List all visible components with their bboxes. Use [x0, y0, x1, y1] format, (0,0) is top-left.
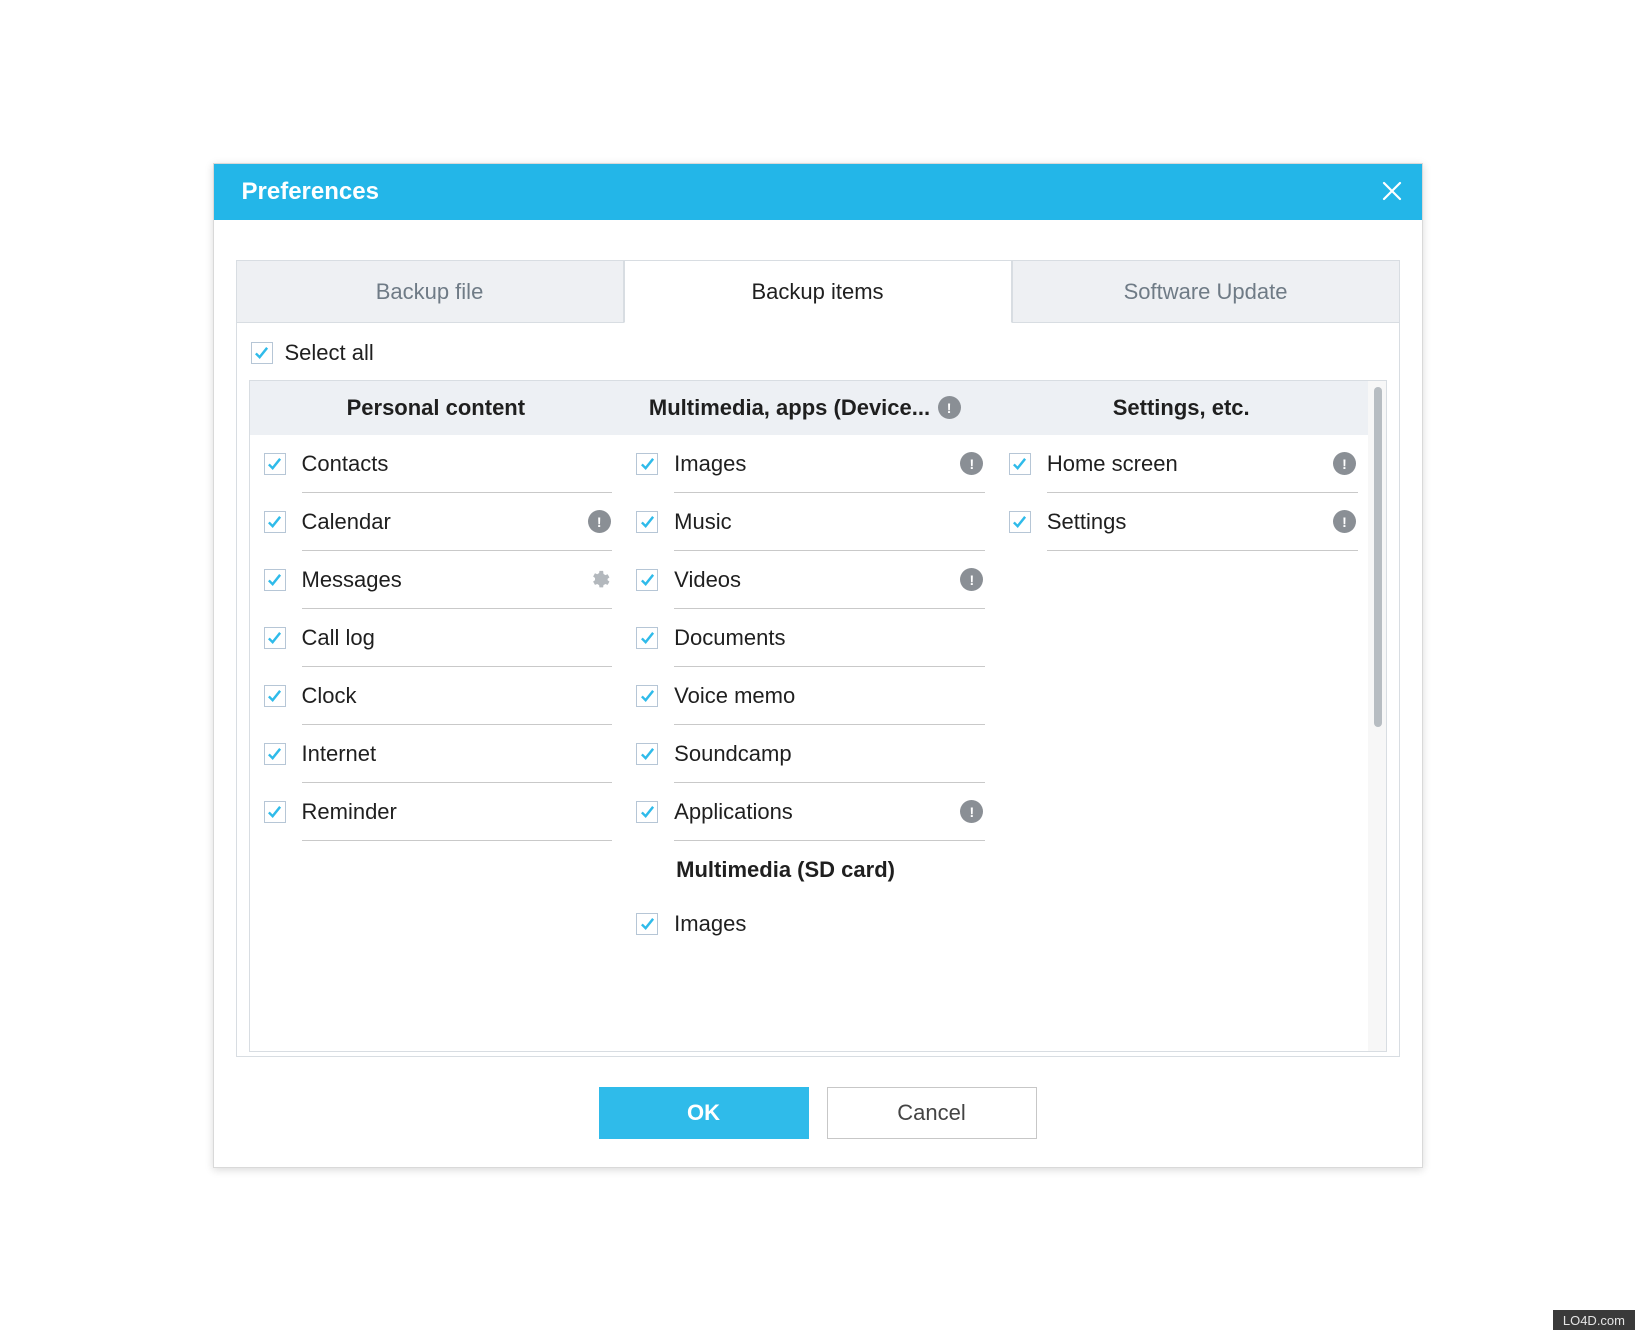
item-checkbox[interactable] — [264, 685, 286, 707]
item-checkbox[interactable] — [264, 801, 286, 823]
item-checkbox[interactable] — [636, 913, 658, 935]
list-item: Home screen! — [995, 435, 1368, 493]
item-checkbox[interactable] — [636, 569, 658, 591]
column-personal: Personal content Contacts Calendar! Messag… — [250, 381, 623, 1051]
icon-slot-empty — [586, 625, 612, 651]
ok-button[interactable]: OK — [599, 1087, 809, 1139]
item-label: Home screen — [1047, 451, 1316, 477]
list-item: Voice memo — [622, 667, 995, 725]
list-item: Contacts — [250, 435, 623, 493]
item-checkbox[interactable] — [264, 453, 286, 475]
info-icon[interactable]: ! — [959, 799, 985, 825]
item-checkbox[interactable] — [264, 569, 286, 591]
item-checkbox[interactable] — [636, 627, 658, 649]
item-label: Voice memo — [674, 683, 943, 709]
item-checkbox[interactable] — [636, 685, 658, 707]
item-checkbox[interactable] — [264, 511, 286, 533]
close-icon[interactable] — [1382, 179, 1402, 205]
list-item: Internet — [250, 725, 623, 783]
info-icon[interactable]: ! — [936, 395, 962, 421]
item-label: Images — [674, 911, 943, 937]
tab-software-update[interactable]: Software Update — [1012, 260, 1400, 323]
list-item: Music — [622, 493, 995, 551]
scrollbar[interactable] — [1368, 381, 1386, 1051]
titlebar: Preferences — [214, 164, 1422, 220]
icon-slot-empty — [959, 911, 985, 937]
info-icon[interactable]: ! — [1332, 451, 1358, 477]
item-label: Documents — [674, 625, 943, 651]
item-label: Videos — [674, 567, 943, 593]
list-item: Applications! — [622, 783, 995, 841]
icon-slot-empty — [586, 799, 612, 825]
tab-backup-items[interactable]: Backup items — [624, 260, 1012, 323]
tabs: Backup file Backup items Software Update — [236, 260, 1400, 323]
watermark: LO4D.com — [1553, 1310, 1635, 1330]
column-header-label: Personal content — [347, 395, 525, 421]
subheader-sd-card: Multimedia (SD card) — [622, 841, 995, 895]
item-label: Reminder — [302, 799, 571, 825]
info-icon[interactable]: ! — [959, 567, 985, 593]
item-checkbox[interactable] — [636, 743, 658, 765]
item-checkbox[interactable] — [264, 627, 286, 649]
item-label: Contacts — [302, 451, 571, 477]
scrollbar-thumb[interactable] — [1374, 387, 1382, 727]
select-all-row: Select all — [249, 336, 1387, 380]
column-header-personal: Personal content — [250, 381, 623, 435]
list-item: Calendar! — [250, 493, 623, 551]
icon-slot-empty — [586, 451, 612, 477]
list-item: Call log — [250, 609, 623, 667]
icon-slot-empty — [959, 625, 985, 651]
backup-items-table: Personal content Contacts Calendar! Messag… — [249, 380, 1387, 1052]
item-checkbox[interactable] — [636, 453, 658, 475]
cancel-button[interactable]: Cancel — [827, 1087, 1037, 1139]
column-header-multimedia: Multimedia, apps (Device... ! — [622, 381, 995, 435]
info-icon[interactable]: ! — [1332, 509, 1358, 535]
icon-slot-empty — [959, 741, 985, 767]
item-label: Internet — [302, 741, 571, 767]
icon-slot-empty — [959, 683, 985, 709]
item-label: Settings — [1047, 509, 1316, 535]
icon-slot-empty — [959, 509, 985, 535]
list-item: Settings! — [995, 493, 1368, 551]
item-checkbox[interactable] — [1009, 453, 1031, 475]
dialog-buttons: OK Cancel — [214, 1057, 1422, 1167]
column-header-label: Settings, etc. — [1113, 395, 1250, 421]
column-multimedia: Multimedia, apps (Device... ! Images! Mus… — [622, 381, 995, 1051]
select-all-checkbox[interactable] — [251, 342, 273, 364]
list-item: Clock — [250, 667, 623, 725]
list-item: Documents — [622, 609, 995, 667]
item-label: Soundcamp — [674, 741, 943, 767]
preferences-dialog: Preferences Backup file Backup items Sof… — [213, 163, 1423, 1168]
item-checkbox[interactable] — [636, 801, 658, 823]
list-item: Messages — [250, 551, 623, 609]
item-label: Call log — [302, 625, 571, 651]
list-item: Videos! — [622, 551, 995, 609]
column-header-label: Multimedia, apps (Device... — [649, 395, 930, 421]
list-item: Images — [622, 895, 995, 953]
list-item: Images! — [622, 435, 995, 493]
dialog-title: Preferences — [242, 178, 379, 206]
gear-icon[interactable] — [586, 567, 612, 593]
item-label: Messages — [302, 567, 571, 593]
tab-backup-file[interactable]: Backup file — [236, 260, 624, 323]
select-all-label: Select all — [285, 340, 374, 366]
icon-slot-empty — [586, 741, 612, 767]
list-item: Soundcamp — [622, 725, 995, 783]
item-label: Images — [674, 451, 943, 477]
column-settings: Settings, etc. Home screen!Settings! — [995, 381, 1368, 1051]
info-icon[interactable]: ! — [586, 509, 612, 535]
item-label: Calendar — [302, 509, 571, 535]
item-label: Clock — [302, 683, 571, 709]
item-label: Applications — [674, 799, 943, 825]
column-header-settings: Settings, etc. — [995, 381, 1368, 435]
item-label: Music — [674, 509, 943, 535]
info-icon[interactable]: ! — [959, 451, 985, 477]
item-checkbox[interactable] — [264, 743, 286, 765]
item-checkbox[interactable] — [636, 511, 658, 533]
list-item: Reminder — [250, 783, 623, 841]
item-checkbox[interactable] — [1009, 511, 1031, 533]
icon-slot-empty — [586, 683, 612, 709]
